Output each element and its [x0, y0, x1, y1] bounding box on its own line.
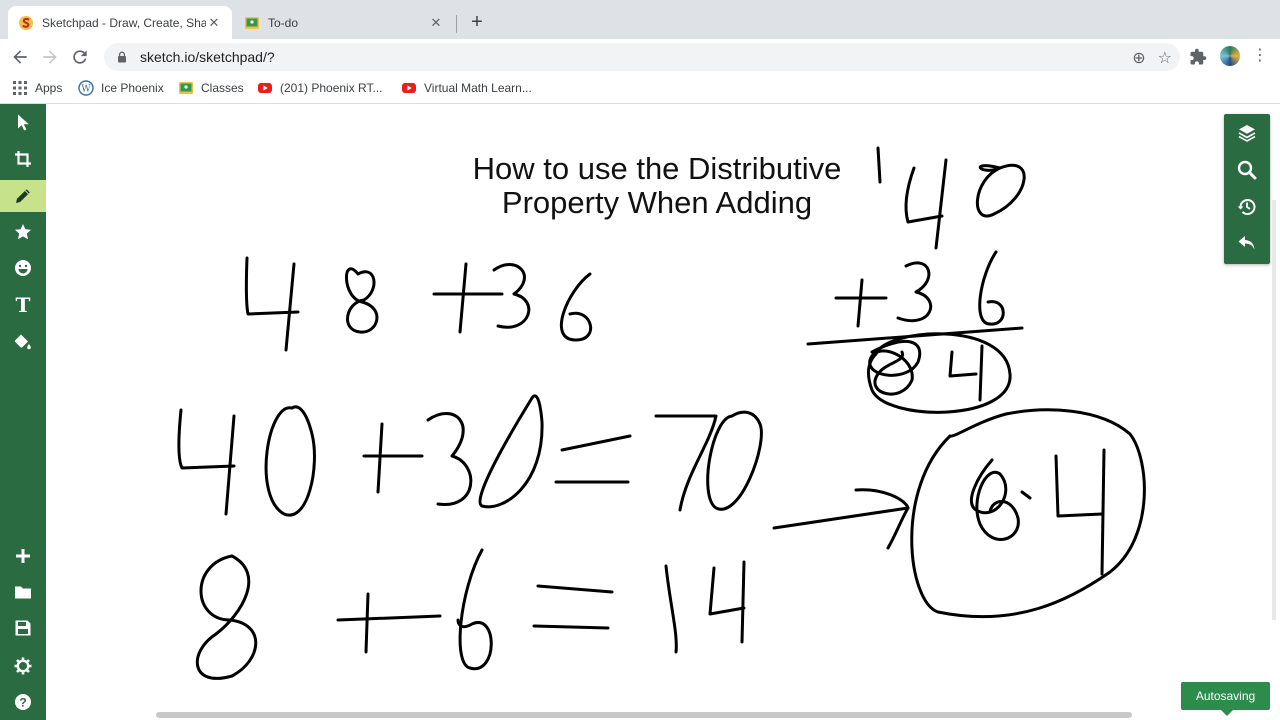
bookmark-label: Ice Phoenix	[101, 81, 164, 95]
fill-tool[interactable]	[0, 326, 46, 358]
add-tool[interactable]	[0, 540, 46, 572]
magnifier-icon	[1237, 160, 1257, 180]
history-icon	[1237, 199, 1256, 215]
wordpress-icon: W	[78, 80, 94, 96]
tab-divider	[456, 15, 457, 33]
bookmark-apps[interactable]: Apps	[12, 80, 62, 96]
tab-title: Sketchpad - Draw, Create, Sha	[42, 15, 206, 30]
new-tab-button[interactable]: +	[466, 10, 488, 34]
handwriting-line-1	[244, 256, 593, 352]
drawing-canvas[interactable]: How to use the Distributive Property Whe…	[46, 104, 1280, 720]
emoji-tool[interactable]	[0, 252, 46, 284]
extensions-puzzle-icon[interactable]	[1188, 47, 1208, 67]
bookmark-label: Virtual Math Learn...	[424, 81, 532, 95]
pencil-tool[interactable]	[0, 180, 46, 212]
circled-result	[910, 408, 1146, 619]
open-tool[interactable]	[0, 576, 46, 608]
text-tool[interactable]: T	[0, 289, 46, 321]
sketchpad-favicon-icon	[18, 15, 34, 31]
floppy-disk-icon	[15, 620, 31, 636]
google-classroom-icon	[178, 80, 194, 96]
autosave-status: Autosaving	[1181, 682, 1270, 716]
bookmark-label: Apps	[35, 81, 63, 95]
pencil-icon	[16, 189, 30, 203]
zoom-plus-icon[interactable]: ⊕	[1132, 48, 1145, 68]
layers-tool[interactable]	[1224, 115, 1270, 151]
svg-text:?: ?	[19, 696, 26, 710]
back-button[interactable]	[8, 45, 32, 69]
layers-icon	[1238, 125, 1256, 142]
gear-icon	[14, 657, 32, 675]
tab-todo[interactable]: To-do ✕	[234, 6, 454, 39]
settings-tool[interactable]	[0, 650, 46, 682]
bookmark-virtual-math[interactable]: Virtual Math Learn...	[401, 80, 532, 96]
question-icon: ?	[15, 694, 31, 710]
profile-avatar[interactable]	[1220, 46, 1240, 66]
close-tab-icon[interactable]: ✕	[428, 15, 444, 31]
history-tool[interactable]	[1224, 189, 1270, 225]
bookmark-star-icon[interactable]: ☆	[1158, 48, 1172, 68]
vertical-addition	[806, 146, 1026, 414]
text-icon: T	[15, 293, 31, 317]
tab-title: To-do	[268, 15, 299, 30]
svg-text:W: W	[81, 85, 91, 95]
address-bar[interactable]: sketch.io/sketchpad/? ⊕ ☆	[104, 43, 1180, 71]
bookmark-phoenix-rt[interactable]: (201) Phoenix RT...	[257, 80, 383, 96]
bookmark-ice-phoenix[interactable]: W Ice Phoenix	[78, 80, 164, 96]
lock-icon	[118, 51, 126, 63]
browser-tabstrip: Sketchpad - Draw, Create, Sha ✕ To-do ✕ …	[0, 0, 1280, 39]
stamp-tool[interactable]	[0, 216, 46, 248]
handwriting-line-3	[195, 548, 746, 680]
zoom-tool[interactable]	[1224, 152, 1270, 188]
undo-tool[interactable]	[1224, 226, 1270, 262]
vertical-scrollbar[interactable]	[1272, 200, 1276, 620]
bookmark-label: Classes	[201, 81, 244, 95]
emoji-icon	[15, 260, 31, 276]
paint-bucket-icon	[15, 334, 31, 350]
sketchpad-right-toolbar	[1224, 114, 1270, 264]
youtube-icon	[401, 80, 417, 96]
reload-button[interactable]	[68, 45, 92, 69]
tab-sketchpad[interactable]: Sketchpad - Draw, Create, Sha ✕	[8, 6, 232, 39]
undo-icon	[1238, 236, 1255, 250]
url-text: sketch.io/sketchpad/?	[140, 49, 275, 65]
crop-icon	[15, 151, 31, 167]
back-arrow-icon	[13, 50, 27, 64]
browser-toolbar: sketch.io/sketchpad/? ⊕ ☆	[0, 39, 1280, 75]
folder-icon	[15, 586, 31, 599]
apps-grid-icon	[12, 80, 28, 96]
reload-icon	[73, 50, 87, 64]
classroom-favicon-icon	[244, 15, 260, 31]
bookmarks-bar: Apps W Ice Phoenix Classes (201) Phoenix…	[0, 75, 1280, 104]
close-tab-icon[interactable]: ✕	[206, 15, 222, 31]
forward-button[interactable]	[38, 45, 62, 69]
sketchpad-left-toolbar: T ?	[0, 104, 46, 720]
star-icon	[15, 224, 31, 240]
bookmark-label: (201) Phoenix RT...	[280, 81, 383, 95]
plus-icon	[16, 549, 30, 563]
crop-tool[interactable]	[0, 143, 46, 175]
cursor-icon	[18, 114, 29, 131]
youtube-icon	[257, 80, 273, 96]
select-tool[interactable]	[0, 106, 46, 138]
handwriting-line-2	[177, 394, 763, 517]
horizontal-scrollbar[interactable]	[156, 712, 1132, 718]
handwritten-strokes	[177, 146, 1146, 680]
result-arrow	[772, 488, 910, 550]
bookmark-classes[interactable]: Classes	[178, 80, 244, 96]
browser-menu-icon[interactable]: ⋮	[1252, 45, 1268, 65]
save-tool[interactable]	[0, 612, 46, 644]
forward-arrow-icon	[43, 50, 57, 64]
help-tool[interactable]: ?	[0, 686, 46, 718]
